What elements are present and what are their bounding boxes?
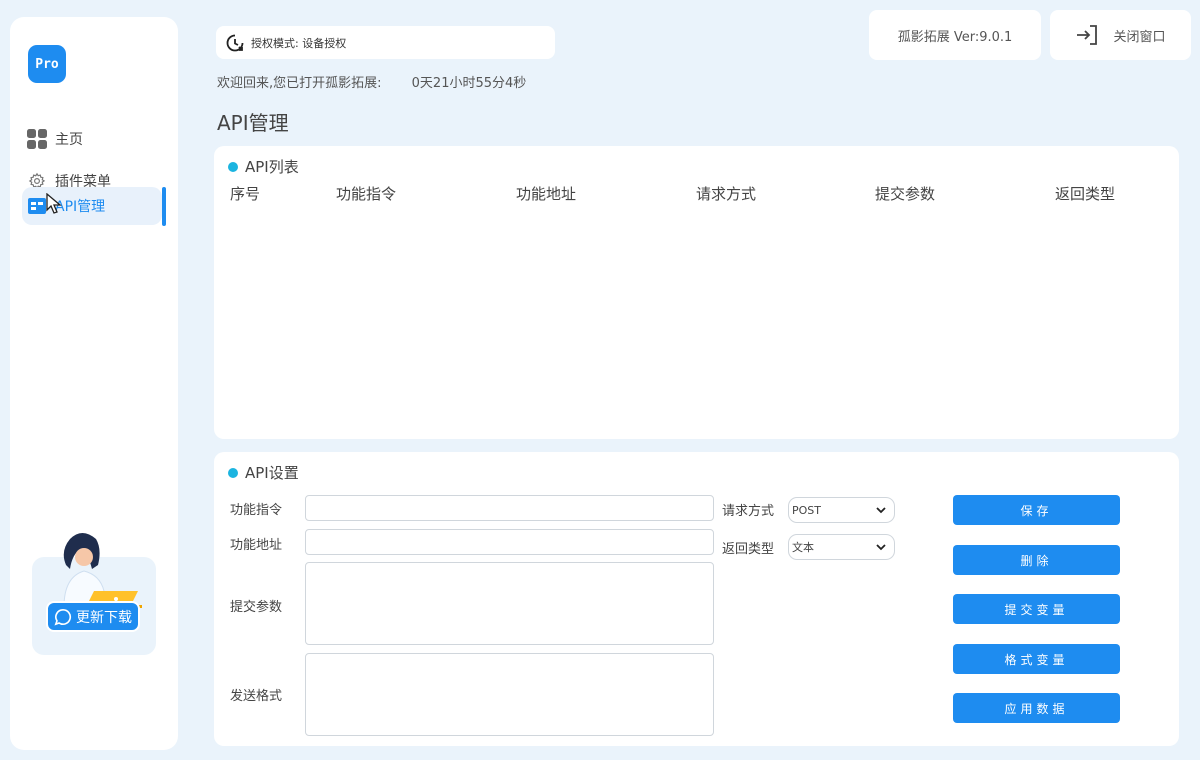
address-input[interactable]	[305, 529, 714, 555]
format-label: 发送格式	[230, 689, 283, 704]
column-header-return-type[interactable]: 返回类型	[1055, 183, 1115, 204]
api-settings-panel: API设置 功能指令 功能地址 提交参数 发送格式 请求方式 POST 返回类型…	[214, 452, 1179, 746]
api-list-panel: API列表 序号 功能指令 功能地址 请求方式 提交参数 返回类型	[214, 146, 1179, 439]
method-select[interactable]: POST	[788, 497, 895, 523]
sidebar-item-label: 主页	[55, 132, 83, 148]
return-type-label: 返回类型	[722, 542, 775, 557]
format-variable-button[interactable]: 格式变量	[953, 644, 1120, 674]
apply-data-button[interactable]: 应用数据	[953, 693, 1120, 723]
column-header-index[interactable]: 序号	[230, 183, 260, 204]
active-indicator	[162, 187, 166, 226]
grid-icon	[27, 129, 47, 149]
column-header-command[interactable]: 功能指令	[336, 183, 396, 204]
method-select-value: POST	[792, 503, 821, 517]
auth-mode-box: 授权模式: 设备授权	[216, 26, 555, 59]
update-download-button[interactable]: 更新下载	[46, 601, 140, 632]
address-label: 功能地址	[230, 538, 283, 553]
page-title: API管理	[217, 111, 289, 135]
format-textarea[interactable]	[305, 653, 714, 736]
return-type-select-value: 文本	[792, 541, 814, 554]
column-header-address[interactable]: 功能地址	[516, 183, 576, 204]
chat-icon	[54, 608, 72, 626]
api-settings-title: API设置	[228, 462, 299, 483]
exit-icon	[1075, 24, 1099, 46]
api-list-title-text: API列表	[245, 158, 299, 176]
bullet-dot-icon	[228, 467, 238, 478]
command-input[interactable]	[305, 495, 714, 521]
api-list-title: API列表	[228, 156, 299, 177]
app-logo: Pro	[28, 45, 66, 83]
save-button[interactable]: 保存	[953, 495, 1120, 525]
params-textarea[interactable]	[305, 562, 714, 645]
close-window-button[interactable]: 关闭窗口	[1050, 10, 1191, 60]
chevron-down-icon	[876, 543, 886, 551]
chevron-down-icon	[876, 506, 886, 514]
close-window-label: 关闭窗口	[1113, 29, 1166, 45]
bullet-dot-icon	[228, 161, 238, 172]
api-settings-title-text: API设置	[245, 464, 299, 482]
welcome-text: 欢迎回来,您已打开孤影拓展:	[217, 76, 382, 91]
mouse-cursor-icon	[46, 193, 62, 214]
submit-variable-button[interactable]: 提交变量	[953, 594, 1120, 624]
welcome-line: 欢迎回来,您已打开孤影拓展: 0天21小时55分4秒	[217, 72, 526, 91]
command-label: 功能指令	[230, 503, 283, 518]
update-download-label: 更新下载	[76, 609, 132, 626]
auth-mode-text: 授权模式: 设备授权	[251, 36, 347, 50]
version-badge: 孤影拓展 Ver:9.0.1	[869, 10, 1041, 60]
column-header-method[interactable]: 请求方式	[696, 183, 756, 204]
illustration-icon	[63, 533, 142, 608]
method-label: 请求方式	[722, 504, 775, 519]
uptime-text: 0天21小时55分4秒	[411, 76, 527, 91]
api-icon	[27, 196, 47, 216]
params-label: 提交参数	[230, 600, 283, 615]
clock-refresh-icon	[225, 33, 245, 53]
sidebar-item-label: API管理	[55, 199, 106, 215]
delete-button[interactable]: 删除	[953, 545, 1120, 575]
sidebar-item-home[interactable]: 主页	[22, 120, 162, 158]
return-type-select[interactable]: 文本	[788, 534, 895, 560]
column-header-params[interactable]: 提交参数	[875, 183, 935, 204]
sidebar: Pro 主页 插件菜单 API管理 更新下载	[10, 17, 178, 750]
sidebar-item-api[interactable]: API管理	[22, 187, 162, 225]
